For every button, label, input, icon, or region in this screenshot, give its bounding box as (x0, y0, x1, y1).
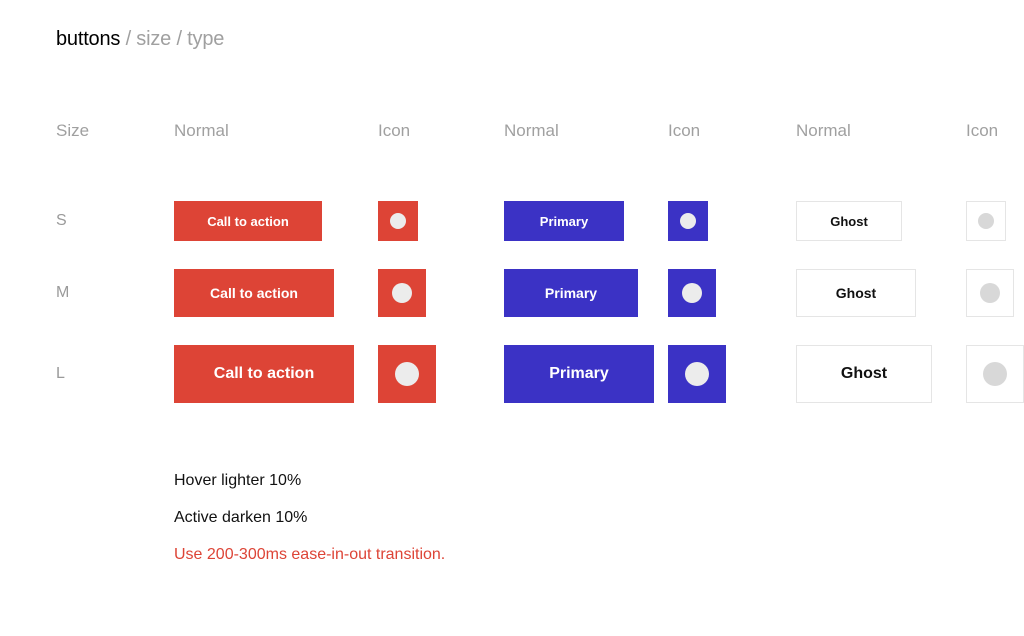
circle-placeholder-icon (680, 213, 696, 229)
size-label-l: L (56, 365, 174, 383)
cta-button-label: Call to action (207, 214, 289, 229)
primary-button-m[interactable]: Primary (504, 269, 638, 317)
breadcrumb: buttons / size / type (56, 28, 968, 51)
row-size-l: L Call to action Primary Ghost (56, 345, 968, 403)
notes-block: Hover lighter 10% Active darken 10% Use … (56, 471, 968, 565)
cta-button-m[interactable]: Call to action (174, 269, 334, 317)
primary-icon-button-l[interactable] (668, 345, 726, 403)
note-hover: Hover lighter 10% (174, 471, 968, 492)
size-label-m: M (56, 284, 174, 302)
primary-button-label: Primary (549, 365, 609, 383)
cta-button-label: Call to action (210, 285, 298, 301)
ghost-button-m[interactable]: Ghost (796, 269, 916, 317)
cta-icon-button-l[interactable] (378, 345, 436, 403)
primary-button-l[interactable]: Primary (504, 345, 654, 403)
ghost-icon-button-m[interactable] (966, 269, 1014, 317)
breadcrumb-sep: / (176, 28, 187, 50)
primary-icon-button-s[interactable] (668, 201, 708, 241)
row-size-s: S Call to action Primary Ghost (56, 201, 968, 241)
header-row: Size Normal Icon Normal Icon Normal Icon (56, 121, 968, 141)
header-icon: Icon (378, 121, 504, 141)
ghost-button-label: Ghost (830, 214, 868, 229)
row-size-m: M Call to action Primary Ghost (56, 269, 968, 317)
note-active: Active darken 10% (174, 508, 968, 529)
circle-placeholder-icon (980, 283, 1000, 303)
header-normal: Normal (504, 121, 668, 141)
primary-button-s[interactable]: Primary (504, 201, 624, 241)
cta-icon-button-s[interactable] (378, 201, 418, 241)
ghost-icon-button-l[interactable] (966, 345, 1024, 403)
breadcrumb-seg-buttons: buttons (56, 28, 120, 50)
size-label-s: S (56, 212, 174, 230)
ghost-button-label: Ghost (841, 365, 887, 383)
circle-placeholder-icon (682, 283, 702, 303)
cta-button-l[interactable]: Call to action (174, 345, 354, 403)
breadcrumb-seg-size: size (136, 28, 171, 50)
header-size: Size (56, 121, 174, 141)
cta-button-label: Call to action (214, 365, 314, 383)
header-icon: Icon (668, 121, 796, 141)
primary-icon-button-m[interactable] (668, 269, 716, 317)
circle-placeholder-icon (392, 283, 412, 303)
breadcrumb-sep: / (126, 28, 137, 50)
ghost-button-l[interactable]: Ghost (796, 345, 932, 403)
header-normal: Normal (174, 121, 378, 141)
primary-button-label: Primary (540, 214, 588, 229)
cta-icon-button-m[interactable] (378, 269, 426, 317)
circle-placeholder-icon (685, 362, 709, 386)
ghost-icon-button-s[interactable] (966, 201, 1006, 241)
circle-placeholder-icon (390, 213, 406, 229)
circle-placeholder-icon (978, 213, 994, 229)
breadcrumb-seg-type: type (187, 28, 224, 50)
note-transition: Use 200-300ms ease-in-out transition. (174, 545, 968, 566)
circle-placeholder-icon (983, 362, 1007, 386)
ghost-button-label: Ghost (836, 285, 876, 301)
header-normal: Normal (796, 121, 966, 141)
header-icon: Icon (966, 121, 1024, 141)
ghost-button-s[interactable]: Ghost (796, 201, 902, 241)
primary-button-label: Primary (545, 285, 597, 301)
cta-button-s[interactable]: Call to action (174, 201, 322, 241)
circle-placeholder-icon (395, 362, 419, 386)
